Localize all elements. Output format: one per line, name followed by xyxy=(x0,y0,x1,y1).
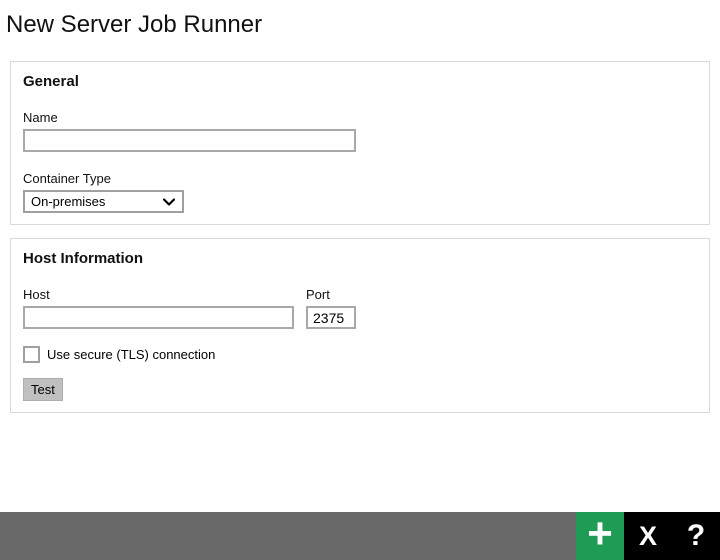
help-button[interactable]: ? xyxy=(672,512,720,560)
plus-icon: + xyxy=(587,512,613,556)
port-input[interactable] xyxy=(306,306,356,329)
host-field-group: Host xyxy=(23,287,300,329)
page-title: New Server Job Runner xyxy=(0,0,720,39)
host-label: Host xyxy=(23,287,300,302)
tls-checkbox[interactable] xyxy=(23,346,40,363)
chevron-down-icon xyxy=(163,198,175,206)
add-button[interactable]: + xyxy=(576,512,624,560)
general-heading: General xyxy=(23,73,697,91)
name-input[interactable] xyxy=(23,129,356,152)
tls-checkbox-row: Use secure (TLS) connection xyxy=(23,346,697,363)
bottom-toolbar: + X ? xyxy=(0,512,720,560)
host-input[interactable] xyxy=(23,306,294,329)
name-label: Name xyxy=(23,110,697,125)
container-type-select[interactable]: On-premises xyxy=(23,190,184,213)
test-button[interactable]: Test xyxy=(23,378,63,401)
host-port-row: Host Port xyxy=(23,287,697,329)
help-icon: ? xyxy=(687,519,705,553)
container-type-field-group: Container Type On-premises xyxy=(23,171,697,213)
host-information-section: Host Information Host Port Use secure (T… xyxy=(10,238,710,413)
port-label: Port xyxy=(306,287,366,302)
new-server-job-runner-page: New Server Job Runner General Name Conta… xyxy=(0,0,720,560)
host-information-heading: Host Information xyxy=(23,250,697,268)
port-field-group: Port xyxy=(306,287,366,329)
container-type-label: Container Type xyxy=(23,171,697,186)
tls-checkbox-label[interactable]: Use secure (TLS) connection xyxy=(47,347,215,363)
close-icon: X xyxy=(639,521,657,552)
container-type-selected-value: On-premises xyxy=(31,192,105,211)
general-section: General Name Container Type On-premises xyxy=(10,61,710,225)
close-button[interactable]: X xyxy=(624,512,672,560)
name-field-group: Name xyxy=(23,110,697,152)
